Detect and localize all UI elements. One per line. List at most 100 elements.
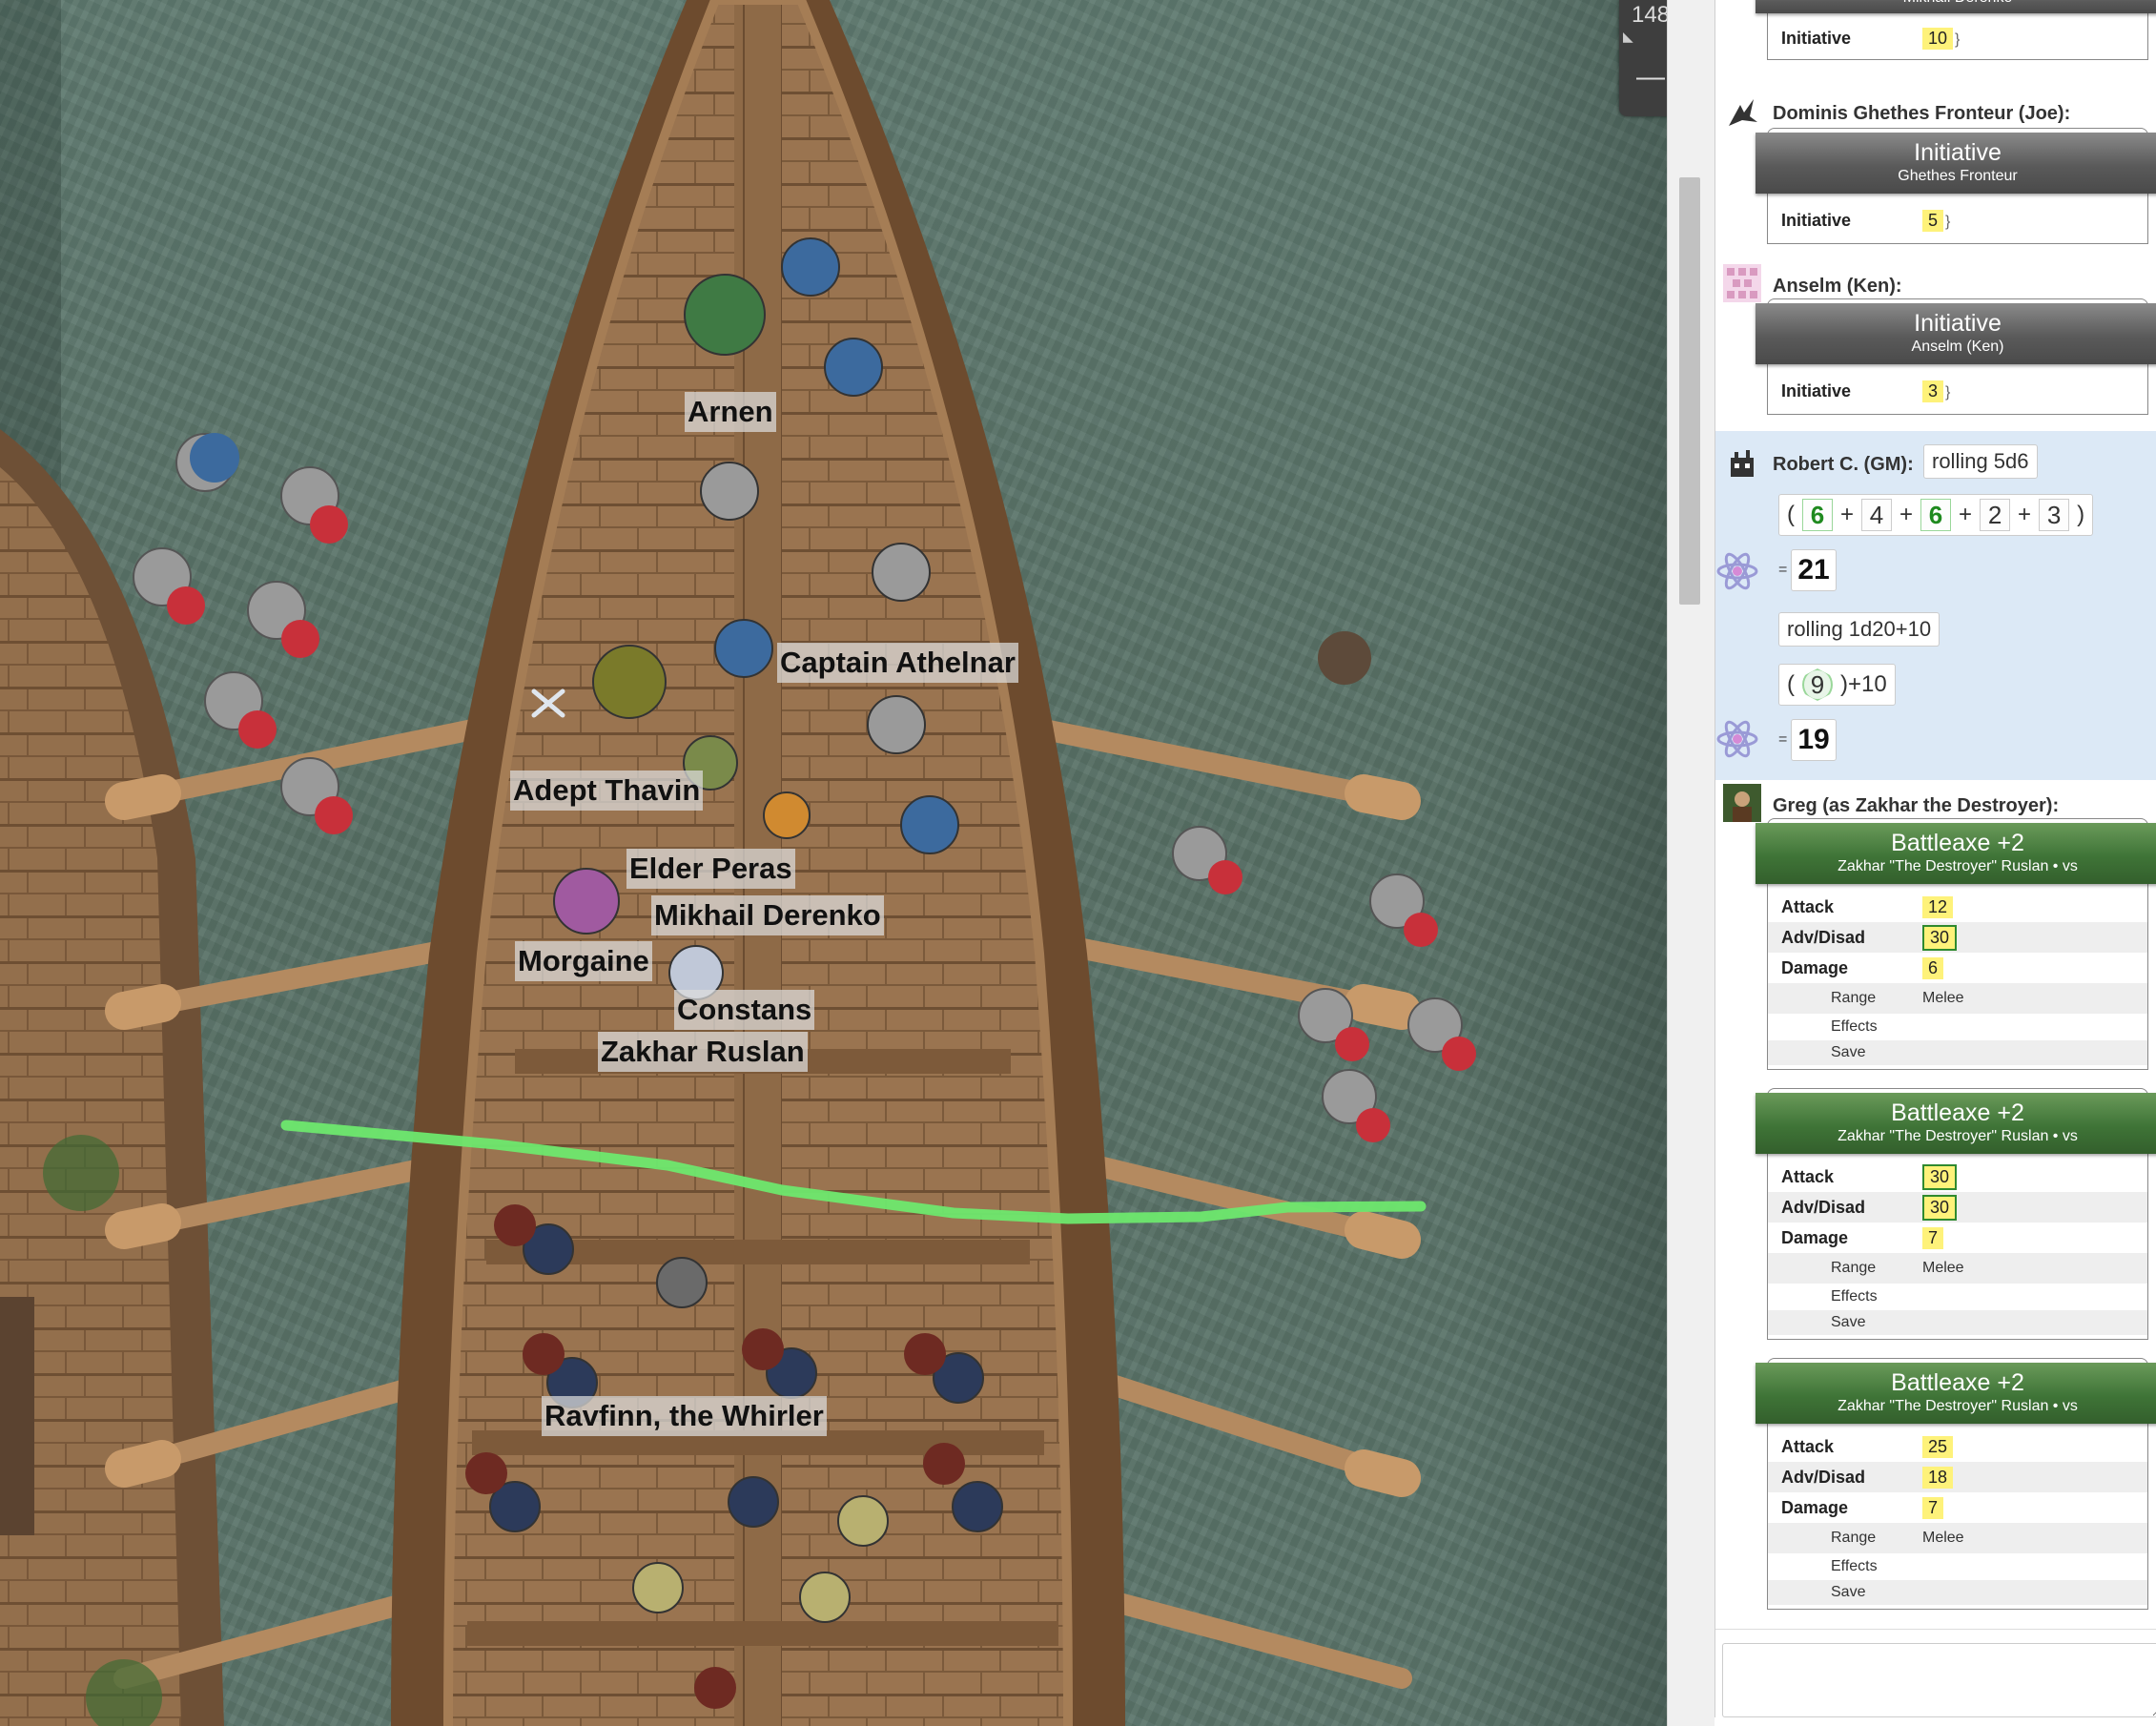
row-range: Range Melee	[1768, 1253, 2147, 1284]
row-adv-disad: Adv/Disad 30	[1768, 1192, 2147, 1223]
row-range: Range Melee	[1768, 983, 2147, 1014]
brace-icon: }	[1945, 213, 1951, 230]
card-row-initiative: Initiative 10}	[1768, 23, 2147, 53]
card-title: Initiative	[1914, 310, 2002, 337]
message-byline: Anselm (Ken):	[1773, 276, 1902, 297]
zoom-control[interactable]: 148 ◣ —	[1619, 0, 1667, 116]
card-header: Initiative Anselm (Ken)	[1756, 303, 2156, 364]
attack-card-2: Battleaxe +2 Zakhar "The Destroyer" Rusl…	[1756, 1088, 2156, 1340]
crit-sigil-icon	[1716, 720, 1758, 758]
card-subtitle: Zakhar "The Destroyer" Ruslan • vs	[1838, 858, 2078, 874]
card-subtitle: Anselm (Ken)	[1911, 339, 2004, 355]
initiative-value: 10	[1922, 27, 1954, 50]
chat-log[interactable]: Mikhail Derenko Initiative 10} Dominis G…	[1715, 0, 2156, 1726]
token-label-captain-athelnar[interactable]: Captain Athelnar	[777, 643, 1018, 683]
d20-result: 9	[1802, 668, 1833, 701]
total-value: 21	[1791, 549, 1837, 591]
token-label-constans[interactable]: Constans	[674, 990, 815, 1030]
close-paren: )	[2077, 502, 2085, 527]
damage-value: 7	[1922, 1496, 1944, 1519]
roll-formula-5d6: rolling 5d6	[1923, 444, 2038, 479]
row-effects: Effects	[1831, 1288, 1878, 1305]
brace-icon: }	[1945, 383, 1951, 401]
card-header: Mikhail Derenko	[1756, 0, 2156, 13]
row-adv-disad: Adv/Disad 18	[1768, 1462, 2147, 1492]
row-range: Range Melee	[1768, 1523, 2147, 1553]
message-byline: Robert C. (GM):	[1773, 454, 1914, 475]
message-byline: Dominis Ghethes Fronteur (Joe):	[1773, 103, 2071, 124]
token-label-adept-thavin[interactable]: Adept Thavin	[510, 771, 704, 811]
card-title: Battleaxe +2	[1891, 1099, 2024, 1126]
initiative-card-ghethes: Initiative Ghethes Fronteur Initiative 5…	[1756, 128, 2156, 244]
row-save: Save	[1768, 1310, 2147, 1335]
row-effects: Effects	[1831, 1018, 1878, 1035]
die-result: 4	[1861, 499, 1893, 531]
avatar-joe	[1723, 93, 1761, 132]
avatar-ken	[1723, 264, 1761, 302]
token-label-ravfinn[interactable]: Ravfinn, the Whirler	[542, 1396, 827, 1436]
row-label: Initiative	[1781, 380, 1852, 401]
zoom-caret-icon[interactable]: ◣	[1623, 29, 1633, 45]
token-label-morgaine[interactable]: Morgaine	[515, 941, 652, 981]
card-body: Initiative 10}	[1767, 13, 2148, 60]
game-map[interactable]: Arnen Captain Athelnar Adept Thavin Elde…	[0, 0, 1667, 1726]
dice-result-group-5d6: ( 6 + 4 + 6 + 2 + 3 )	[1778, 494, 2094, 536]
card-subtitle: Zakhar "The Destroyer" Ruslan • vs	[1838, 1128, 2078, 1144]
roll-total-1d20: = 19	[1778, 719, 1837, 761]
crit-sigil-icon	[1716, 552, 1758, 590]
roll-modifier: +10	[1848, 671, 1887, 697]
map-scene	[0, 0, 1476, 1726]
die-result: 3	[2039, 499, 2070, 531]
row-label: Initiative	[1781, 28, 1852, 48]
token-label-zakhar-ruslan[interactable]: Zakhar Ruslan	[598, 1032, 808, 1072]
card-body: Initiative 5}	[1767, 194, 2148, 244]
row-adv-disad: Adv/Disad 30	[1768, 922, 2147, 953]
plus-sign: +	[1899, 502, 1914, 527]
plus-sign: +	[1959, 502, 1973, 527]
card-body: Initiative 3}	[1767, 364, 2148, 415]
row-damage: Damage 7	[1768, 1223, 2147, 1253]
token-label-arnen[interactable]: Arnen	[685, 392, 776, 432]
card-title: Battleaxe +2	[1891, 830, 2024, 856]
total-value: 19	[1791, 719, 1837, 761]
token-label-mikhail-derenko[interactable]: Mikhail Derenko	[651, 895, 884, 935]
card-body: Attack 30 Adv/Disad 30 Damage 7 Range Melee …	[1767, 1154, 2148, 1340]
open-paren: (	[1787, 671, 1795, 697]
adv-value: 30	[1922, 924, 1958, 951]
chat-message-gm-roll: Robert C. (GM): rolling 5d6 ( 6 + 4 + 6 …	[1715, 431, 2156, 780]
card-header: Battleaxe +2 Zakhar "The Destroyer" Rusl…	[1756, 823, 2156, 884]
row-effects: Effects	[1831, 1558, 1878, 1574]
chat-input[interactable]	[1722, 1643, 2156, 1717]
roll-total-5d6: = 21	[1778, 549, 1837, 591]
plus-sign: +	[2018, 502, 2032, 527]
card-row-initiative: Initiative 5}	[1768, 205, 2147, 236]
map-scrollbar[interactable]	[1667, 0, 1715, 1726]
row-damage: Damage 7	[1768, 1492, 2147, 1523]
adv-value: 30	[1922, 1194, 1958, 1221]
attack-value: 30	[1922, 1163, 1958, 1190]
row-attack: Attack 12	[1768, 892, 2147, 922]
zoom-level: 148	[1631, 2, 1667, 28]
zoom-out-button[interactable]: —	[1619, 61, 1667, 93]
card-body: Attack 12 Adv/Disad 30 Damage 6 Range Melee …	[1767, 884, 2148, 1070]
attack-value: 12	[1922, 895, 1954, 918]
chat-divider	[1715, 1629, 2156, 1630]
attack-value: 25	[1922, 1435, 1954, 1458]
initiative-card-mikhail: Mikhail Derenko Initiative 10}	[1756, 0, 2156, 60]
card-subtitle: Zakhar "The Destroyer" Ruslan • vs	[1838, 1398, 2078, 1414]
card-subtitle: Mikhail Derenko	[1756, 0, 2156, 8]
token-label-elder-peras[interactable]: Elder Peras	[626, 849, 795, 889]
message-byline: Greg (as Zakhar the Destroyer):	[1773, 795, 2060, 816]
chat-bottom-bar	[1715, 1717, 2156, 1726]
card-title: Battleaxe +2	[1891, 1369, 2024, 1396]
die-result: 2	[1980, 499, 2011, 531]
scrollbar-thumb[interactable]	[1679, 177, 1700, 605]
attack-card-3: Battleaxe +2 Zakhar "The Destroyer" Rusl…	[1756, 1358, 2156, 1610]
row-label: Initiative	[1781, 210, 1852, 230]
card-header: Battleaxe +2 Zakhar "The Destroyer" Rusl…	[1756, 1363, 2156, 1424]
row-attack: Attack 25	[1768, 1431, 2147, 1462]
open-paren: (	[1787, 502, 1795, 527]
initiative-value: 5	[1922, 209, 1944, 232]
card-subtitle: Ghethes Fronteur	[1898, 168, 2018, 184]
plus-sign: +	[1840, 502, 1855, 527]
